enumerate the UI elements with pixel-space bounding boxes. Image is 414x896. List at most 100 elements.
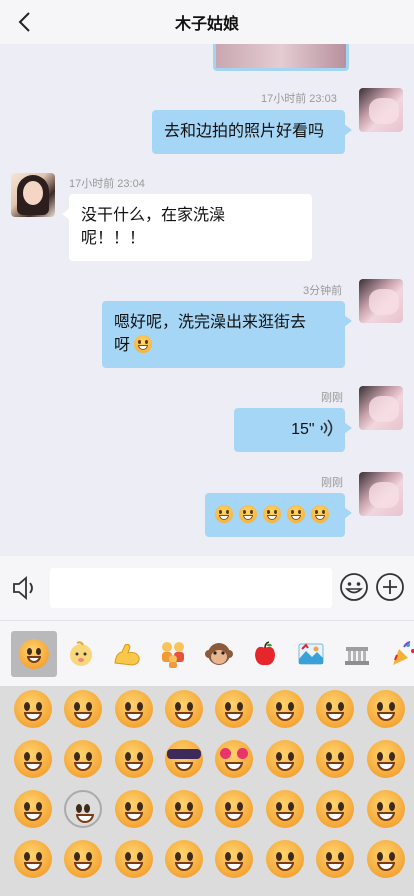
emoji-cell[interactable]: [259, 833, 310, 884]
emoji-cell[interactable]: [57, 686, 108, 734]
message-time: 刚刚: [321, 392, 343, 404]
voice-wave-icon: [320, 419, 333, 437]
tab-people-groups[interactable]: [150, 631, 196, 677]
yum-emoji-icon: [114, 739, 153, 778]
emoji-cell[interactable]: [158, 686, 209, 734]
tab-people[interactable]: [58, 631, 104, 677]
my-avatar[interactable]: [359, 88, 403, 132]
message-time: 3分钟前: [303, 285, 343, 297]
emoji-cell[interactable]: [108, 783, 159, 834]
sad-emoji-icon: [164, 839, 203, 878]
emoji-cell[interactable]: [309, 686, 360, 734]
emoji-cell[interactable]: [158, 733, 209, 784]
message-time: 17小时前 23:04: [69, 178, 145, 190]
tab-body[interactable]: [104, 631, 150, 677]
emoji-cell[interactable]: [57, 833, 108, 884]
emoji-cell[interactable]: [259, 686, 310, 734]
emoji-cell[interactable]: [7, 833, 58, 884]
emoji-cell[interactable]: [309, 733, 360, 784]
grinning-emoji-icon: [134, 335, 153, 353]
kissing-closed-eyes-emoji-icon: [13, 789, 52, 828]
emoji-cell[interactable]: [7, 686, 58, 734]
previous-image-message[interactable]: [213, 44, 349, 71]
slight-smile-emoji-icon: [114, 789, 153, 828]
hushed-emoji-icon: [315, 839, 354, 878]
grinning-emoji-icon: [263, 505, 281, 523]
voice-duration: 15": [291, 421, 315, 438]
flexed-arm-icon: [114, 643, 140, 666]
message-bubble[interactable]: 嗯好呢，洗完澡出来逛街去 呀: [102, 301, 352, 368]
emoji-cell[interactable]: [360, 833, 411, 884]
tab-food[interactable]: [242, 631, 288, 677]
emoji-cell[interactable]: [7, 783, 58, 834]
plus-circle-icon[interactable]: [375, 572, 405, 602]
tab-objects[interactable]: [334, 631, 380, 677]
emoji-cell[interactable]: [208, 833, 259, 884]
hugging-emoji-icon: [164, 789, 203, 828]
emoji-cell[interactable]: [108, 733, 159, 784]
message-text-line: 没干什么，在家洗澡: [81, 207, 226, 224]
message-text: 去和边拍的照片好看吗: [164, 123, 325, 140]
emoji-cell[interactable]: [360, 733, 411, 784]
message-time: 17小时前 23:03: [261, 93, 337, 105]
emoji-cell[interactable]: [108, 686, 159, 734]
smileys-icon: [19, 639, 49, 669]
kissing-emoji-icon: [315, 739, 354, 778]
open-mouth-emoji-icon: [214, 839, 253, 878]
emoji-cell[interactable]: [259, 733, 310, 784]
tears-of-joy-emoji-icon: [114, 689, 153, 728]
voice-message-bubble[interactable]: 15": [234, 408, 352, 452]
emoji-cell[interactable]: [208, 733, 259, 784]
contact-avatar[interactable]: [11, 173, 55, 217]
my-avatar[interactable]: [359, 279, 403, 323]
top-bar: 木子姑娘: [0, 0, 414, 44]
my-avatar[interactable]: [359, 472, 403, 516]
emoji-cell[interactable]: [360, 686, 411, 734]
my-avatar[interactable]: [359, 386, 403, 430]
sleepy-emoji-icon: [366, 839, 405, 878]
chevron-left-icon[interactable]: [10, 8, 38, 36]
expressionless-emoji-icon: [315, 789, 354, 828]
sweat-smile-emoji-icon: [315, 689, 354, 728]
emoji-cell[interactable]: [158, 833, 209, 884]
emoji-cell[interactable]: [208, 686, 259, 734]
blush-emoji-icon: [63, 739, 102, 778]
grinning-emoji-icon: [13, 689, 52, 728]
message-bubble[interactable]: 没干什么，在家洗澡 呢！！！: [62, 194, 312, 261]
eye-roll-emoji-icon: [13, 839, 52, 878]
zipper-mouth-emoji-icon: [265, 839, 304, 878]
message-text-line: 呀: [114, 337, 131, 354]
page-title: 木子姑娘: [174, 16, 239, 33]
tab-smileys[interactable]: [11, 631, 57, 677]
emoji-cell[interactable]: [309, 833, 360, 884]
message-text-line: 嗯好呢，洗完澡出来逛街去: [114, 314, 307, 331]
tab-animals[interactable]: [196, 631, 242, 677]
grinning-emoji-icon: [287, 505, 305, 523]
emoji-cell[interactable]: [158, 783, 209, 834]
speaker-icon[interactable]: [10, 573, 40, 603]
emoji-cell[interactable]: [360, 783, 411, 834]
message-input[interactable]: [50, 568, 332, 608]
emoji-cell[interactable]: [7, 733, 58, 784]
kissing-heart-emoji-icon: [265, 739, 304, 778]
landscape-icon: [298, 643, 324, 665]
baby-icon: [70, 641, 92, 666]
building-icon: [345, 647, 369, 665]
tab-travel[interactable]: [288, 631, 334, 677]
emoji-cell[interactable]: [309, 783, 360, 834]
kissing-smiling-emoji-icon: [366, 739, 405, 778]
emoji-cell[interactable]: [108, 833, 159, 884]
outline-smile-emoji-icon: [63, 789, 102, 828]
message-bubble[interactable]: 去和边拍的照片好看吗: [152, 110, 352, 154]
emoji-cell[interactable]: [208, 783, 259, 834]
thinking-emoji-icon: [214, 789, 253, 828]
smiley-icon[interactable]: [339, 572, 369, 602]
emoji-category-tabs: [0, 620, 414, 687]
emoji-cell[interactable]: [259, 783, 310, 834]
emoji-cell[interactable]: [57, 733, 108, 784]
chat-area[interactable]: 17小时前 23:03 去和边拍的照片好看吗 17小时前 23:04 没干什么，…: [0, 44, 414, 556]
tab-activities[interactable]: [380, 631, 414, 677]
emoji-grid: [0, 686, 414, 896]
emoji-cell[interactable]: [57, 783, 108, 834]
emoji-message-bubble[interactable]: [205, 493, 352, 537]
